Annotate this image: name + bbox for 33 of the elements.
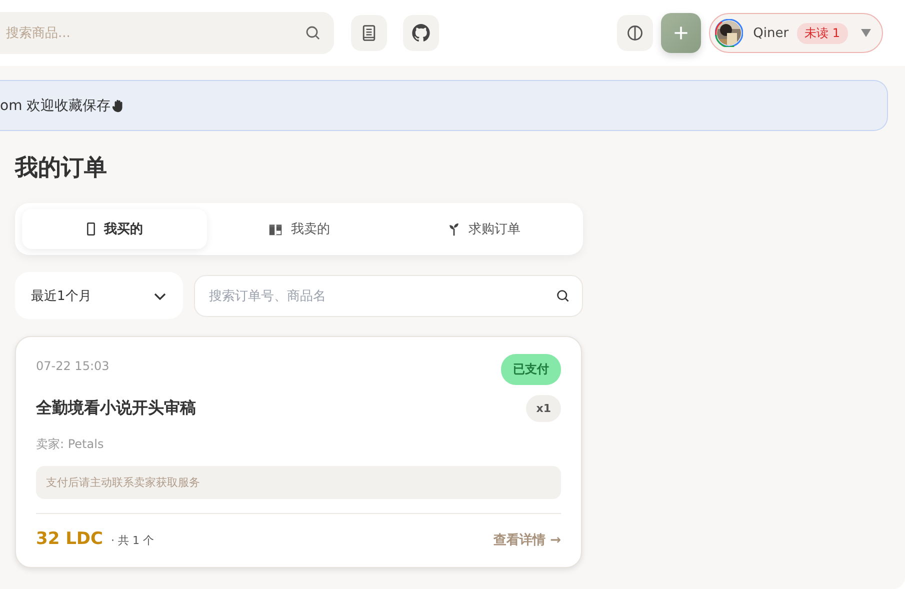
order-tab[interactable]: 我卖的 xyxy=(206,209,392,249)
quantity-badge: x1 xyxy=(526,395,561,422)
order-note: 支付后请主动联系卖家获取服务 xyxy=(36,466,561,499)
github-button[interactable] xyxy=(403,15,439,51)
period-dropdown[interactable]: 最近1个月 xyxy=(15,272,183,319)
seller-name: 卖家: Petals xyxy=(36,436,105,453)
search-icon xyxy=(556,289,570,303)
order-search-field[interactable]: 搜索订单号、商品名 xyxy=(194,275,583,317)
order-tab[interactable]: 求购订单 xyxy=(391,209,576,249)
search-icon xyxy=(305,25,321,41)
product-title: 全勤境看小说开头审稿 xyxy=(36,398,196,419)
book-icon xyxy=(360,24,378,42)
unread-count: 未读 1 xyxy=(796,22,848,44)
order-time: 07-22 15:03 xyxy=(36,359,110,373)
order-tab[interactable]: 我买的 xyxy=(22,209,207,249)
phone-icon xyxy=(86,222,96,236)
notice-text: om 欢迎收藏保存 xyxy=(0,96,111,114)
search-field[interactable]: 搜索商品... xyxy=(0,12,334,54)
add-button[interactable] xyxy=(661,13,702,53)
status-badge: 已支付 xyxy=(501,354,561,385)
theme-button[interactable] xyxy=(617,15,654,51)
page-title: 我的订单 xyxy=(15,154,108,183)
plus-icon xyxy=(672,24,690,42)
cat-icon xyxy=(411,23,431,43)
order-price: 32 LDC xyxy=(36,529,103,549)
item-count: · 共 1 个 xyxy=(111,533,154,548)
docs-button[interactable] xyxy=(351,15,387,51)
user-menu[interactable]: Qiner 未读 1 xyxy=(709,13,883,53)
contrast-icon xyxy=(626,24,644,42)
dropdown-icon xyxy=(860,28,872,38)
sprout-icon xyxy=(446,222,461,236)
gift-icon xyxy=(268,222,283,236)
user-name: Qiner xyxy=(753,26,789,40)
